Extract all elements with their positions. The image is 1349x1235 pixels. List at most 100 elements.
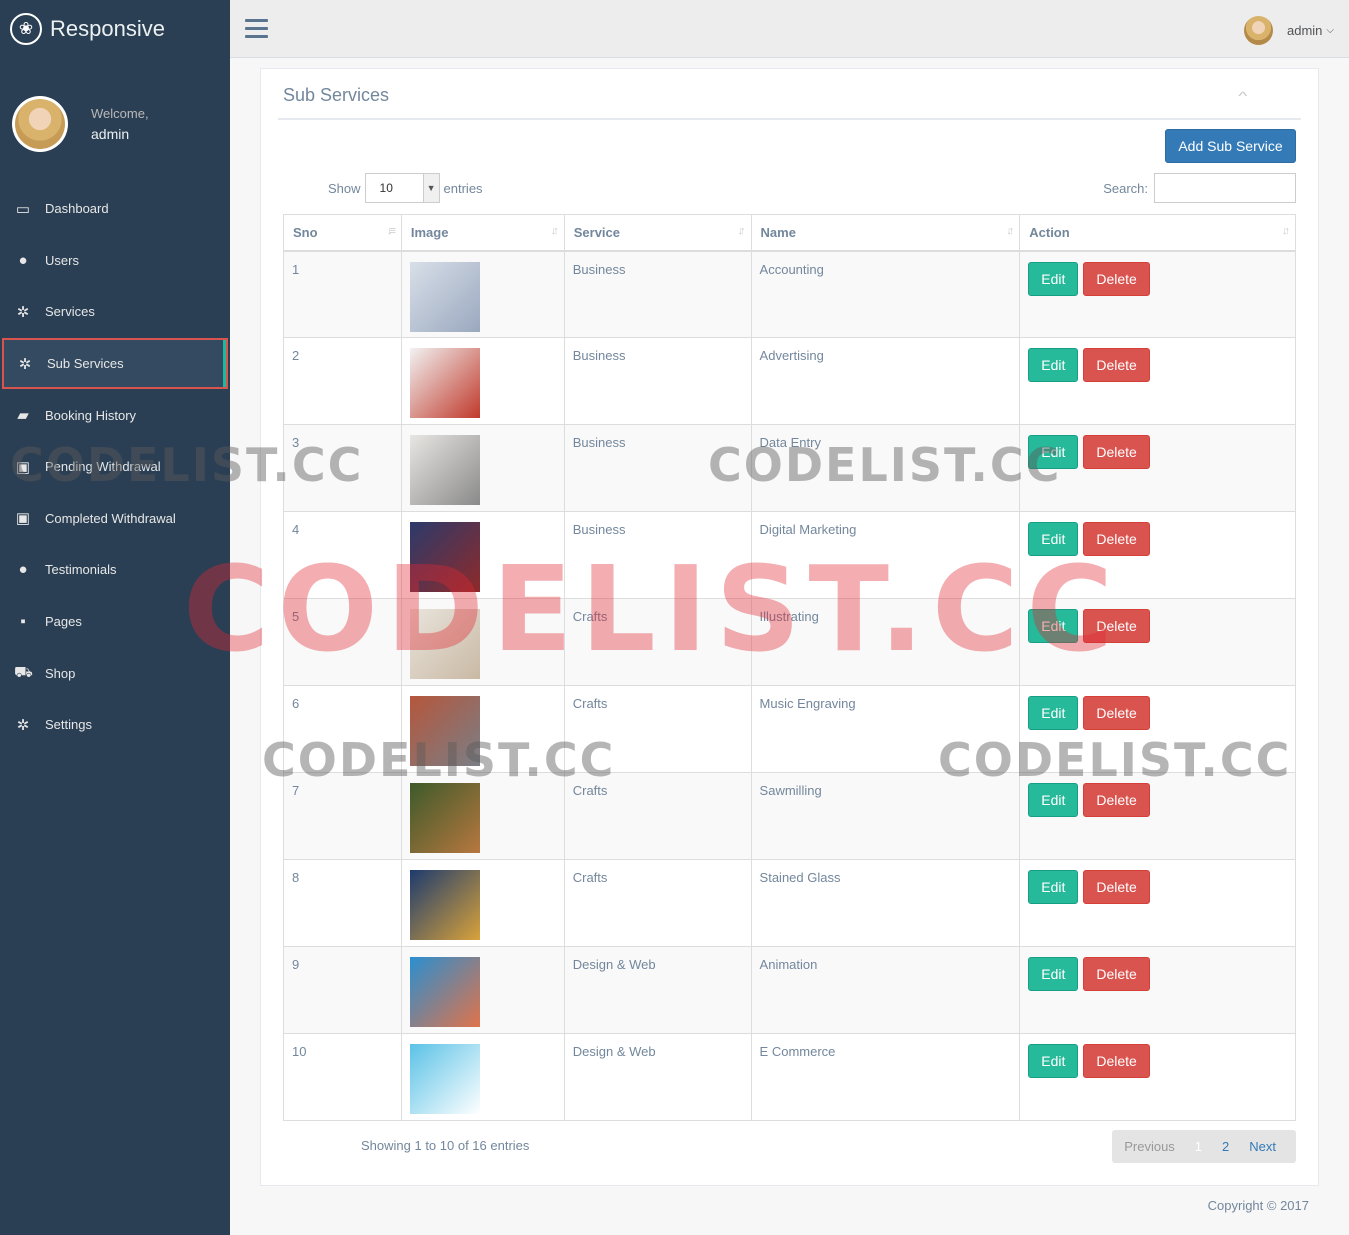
- user-avatar: [1243, 16, 1273, 45]
- user-name: admin: [1286, 23, 1323, 38]
- page-size-select[interactable]: 10 ▼: [364, 173, 440, 203]
- column-header-service[interactable]: Service ↓↑: [563, 214, 752, 252]
- edit-button[interactable]: Edit: [1028, 522, 1079, 556]
- sidebar-item-label: Users: [45, 252, 79, 268]
- entries-label: entries: [443, 180, 483, 196]
- delete-button[interactable]: Delete: [1083, 696, 1150, 730]
- service-image: [409, 783, 480, 853]
- sidebar-item-pending-withdrawal[interactable]: ▣ Pending Withdrawal: [0, 441, 230, 493]
- welcome-text: Welcome,: [91, 106, 149, 121]
- user-icon: ●: [18, 251, 28, 269]
- edit-button[interactable]: Edit: [1028, 870, 1079, 904]
- page-length-control: Show 10 ▼ entries: [328, 173, 483, 203]
- file-icon: ▪: [20, 613, 26, 631]
- sub-services-table: Sno ↓≡ Image ↓↑ Service ↓↑ Name ↓↑ Action ↓↑ 1 Bus…: [283, 214, 1296, 1121]
- table-header: Sno ↓≡ Image ↓↑ Service ↓↑ Name ↓↑ Action ↓↑: [283, 214, 1296, 252]
- menu-toggle-icon[interactable]: [245, 19, 268, 43]
- chevron-down-icon: ⌵: [1326, 25, 1334, 36]
- column-header-label: Action: [1029, 224, 1070, 240]
- sidebar-item-shop[interactable]: ⛟ Shop: [0, 647, 230, 699]
- delete-button[interactable]: Delete: [1083, 957, 1150, 991]
- column-header-name[interactable]: Name ↓↑: [750, 214, 1021, 252]
- sidebar-item-label: Sub Services: [47, 356, 124, 372]
- next-button[interactable]: Next: [1239, 1139, 1286, 1154]
- brand[interactable]: ❀ Responsive: [0, 0, 230, 58]
- edit-button[interactable]: Edit: [1028, 348, 1079, 382]
- search-control: Search:: [1103, 173, 1296, 203]
- service-image: [409, 609, 480, 679]
- sidebar-item-sub-services[interactable]: ✲ Sub Services: [2, 337, 228, 390]
- row-sno: 4: [292, 522, 300, 537]
- sidebar-item-label: Services: [45, 304, 95, 320]
- divider: [278, 118, 1301, 120]
- search-input[interactable]: [1154, 173, 1296, 203]
- sidebar-item-label: Testimonials: [45, 562, 117, 578]
- table-row: 9 Design & Web Animation Edit Delete: [283, 946, 1296, 1034]
- column-header-label: Service: [573, 224, 620, 240]
- gear-icon: ✲: [18, 355, 32, 373]
- table-body: 1 Business Accounting Edit Delete 2 Business Ad…: [283, 250, 1296, 1121]
- user-menu[interactable]: admin ⌵: [1243, 16, 1334, 45]
- row-sno: 8: [292, 870, 300, 885]
- row-service: Crafts: [572, 609, 608, 624]
- sort-icon: ↓↑: [1006, 225, 1014, 237]
- edit-button[interactable]: Edit: [1028, 696, 1079, 730]
- page-2-button[interactable]: 2: [1212, 1139, 1239, 1154]
- row-service: Business: [572, 261, 626, 277]
- main-content: Sub Services ^ Add Sub Service Show 10 ▼…: [230, 58, 1349, 1235]
- sidebar-item-users[interactable]: ● Users: [0, 235, 230, 287]
- row-name: Advertising: [759, 348, 824, 363]
- delete-button[interactable]: Delete: [1083, 609, 1150, 643]
- edit-button[interactable]: Edit: [1028, 609, 1079, 643]
- avatar: [12, 96, 68, 152]
- delete-button[interactable]: Delete: [1083, 435, 1150, 469]
- service-image: [409, 522, 480, 592]
- row-service: Design & Web: [572, 957, 656, 972]
- row-sno: 3: [292, 435, 300, 450]
- table-row: 2 Business Advertising Edit Delete: [283, 337, 1296, 425]
- sidebar-item-services[interactable]: ✲ Services: [0, 286, 230, 338]
- show-label: Show: [328, 180, 361, 196]
- edit-button[interactable]: Edit: [1028, 957, 1079, 991]
- chevron-up-icon[interactable]: ^: [1239, 89, 1248, 103]
- sidebar-item-booking-history[interactable]: ▰ Booking History: [0, 389, 230, 441]
- previous-button[interactable]: Previous: [1112, 1139, 1185, 1154]
- sidebar-item-testimonials[interactable]: ● Testimonials: [0, 544, 230, 596]
- row-sno: 10: [292, 1044, 307, 1059]
- edit-button[interactable]: Edit: [1028, 435, 1079, 469]
- row-name: Music Engraving: [759, 696, 856, 711]
- add-sub-service-button[interactable]: Add Sub Service: [1165, 129, 1296, 163]
- row-service: Crafts: [572, 696, 608, 711]
- sidebar-item-label: Dashboard: [45, 201, 109, 217]
- sidebar-item-pages[interactable]: ▪ Pages: [0, 596, 230, 648]
- sidebar-item-settings[interactable]: ✲ Settings: [0, 699, 230, 751]
- row-sno: 7: [292, 783, 300, 798]
- column-header-image[interactable]: Image ↓↑: [400, 214, 565, 252]
- row-service: Business: [572, 522, 626, 537]
- table-row: 5 Crafts Illustrating Edit Delete: [283, 598, 1296, 686]
- table-row: 10 Design & Web E Commerce Edit Delete: [283, 1033, 1296, 1121]
- delete-button[interactable]: Delete: [1083, 348, 1150, 382]
- sidebar-item-label: Shop: [45, 665, 76, 681]
- edit-button[interactable]: Edit: [1028, 261, 1079, 296]
- page-1-button[interactable]: 1: [1185, 1139, 1212, 1154]
- row-service: Business: [572, 348, 626, 363]
- column-header-action[interactable]: Action ↓↑: [1019, 214, 1296, 252]
- delete-button[interactable]: Delete: [1083, 870, 1150, 904]
- sidebar-item-dashboard[interactable]: ▭ Dashboard: [0, 183, 230, 235]
- table-row: 1 Business Accounting Edit Delete: [283, 250, 1296, 338]
- sidebar-item-label: Completed Withdrawal: [45, 510, 176, 526]
- table-row: 3 Business Data Entry Edit Delete: [283, 424, 1296, 512]
- sidebar-item-label: Pages: [45, 614, 82, 630]
- edit-button[interactable]: Edit: [1028, 1044, 1079, 1078]
- delete-button[interactable]: Delete: [1083, 783, 1150, 817]
- sidebar-item-completed-withdrawal[interactable]: ▣ Completed Withdrawal: [0, 493, 230, 545]
- row-name: Stained Glass: [759, 870, 841, 885]
- money-icon: ▣: [15, 510, 31, 528]
- delete-button[interactable]: Delete: [1083, 1044, 1150, 1078]
- delete-button[interactable]: Delete: [1083, 261, 1150, 296]
- row-sno: 1: [292, 261, 300, 277]
- edit-button[interactable]: Edit: [1028, 783, 1079, 817]
- delete-button[interactable]: Delete: [1083, 522, 1150, 556]
- column-header-sno[interactable]: Sno ↓≡: [283, 214, 402, 252]
